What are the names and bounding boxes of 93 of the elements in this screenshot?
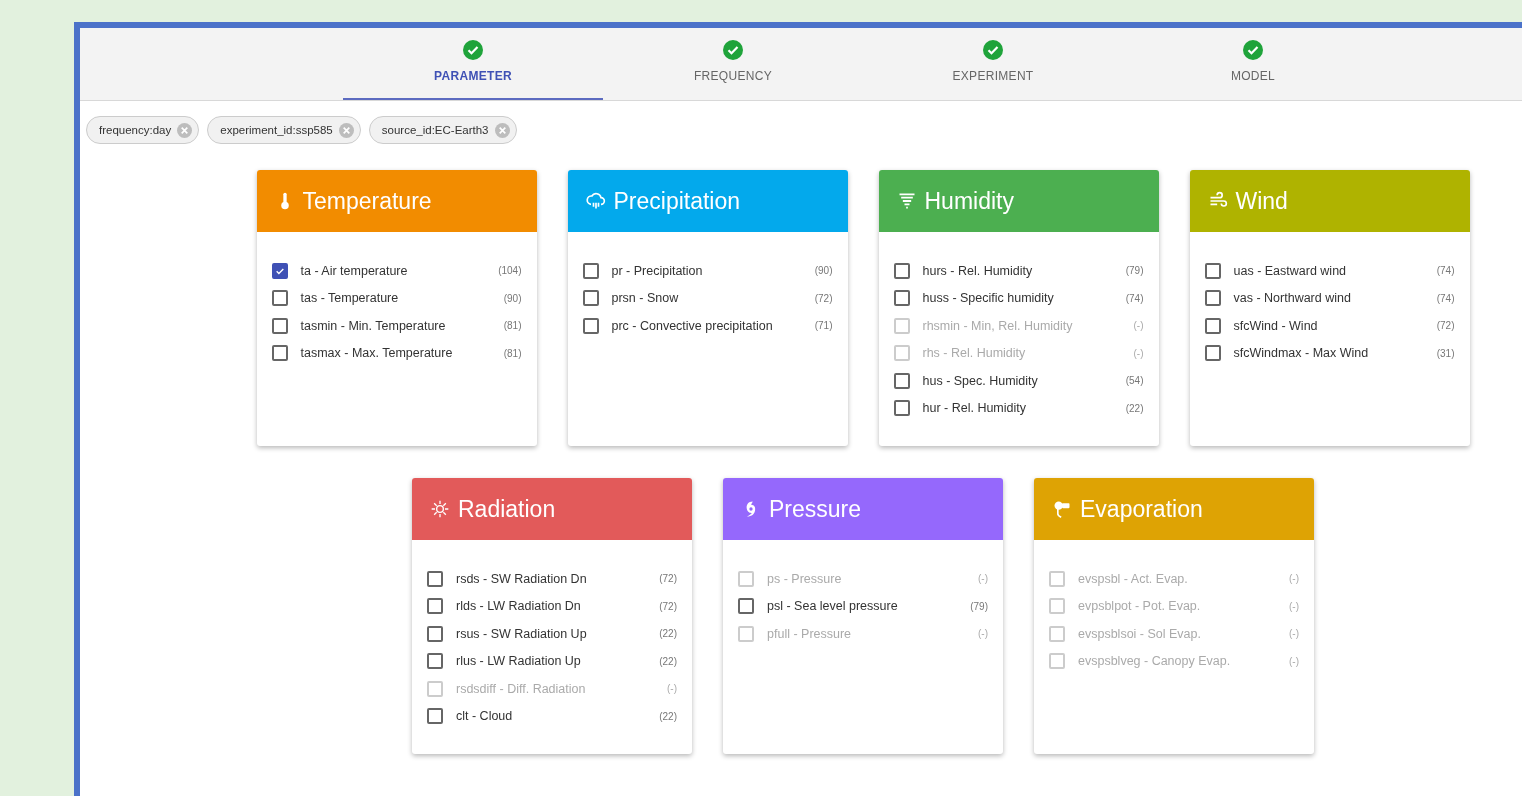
checkbox[interactable] [427, 653, 443, 670]
parameter-label[interactable]: rsds - SW Radiation Dn [456, 571, 660, 586]
parameter-label[interactable]: sfcWind - Wind [1233, 318, 1437, 333]
count-label: (-) [1289, 628, 1299, 640]
step-tab[interactable]: PARAMETER [343, 28, 603, 100]
checkbox[interactable] [271, 290, 288, 307]
count-label: (-) [978, 628, 988, 640]
checkbox[interactable] [582, 262, 599, 279]
checkbox[interactable] [1204, 290, 1221, 307]
count-label: (22) [659, 628, 677, 640]
card-title: Precipitation [613, 187, 741, 215]
count-label: (31) [1436, 347, 1455, 359]
count-label: (22) [1125, 402, 1144, 414]
parameter-label[interactable]: pr - Precipitation [611, 263, 815, 278]
check-circle-icon [463, 40, 483, 60]
checkbox[interactable] [582, 290, 599, 307]
step-tab[interactable]: FREQUENCY [603, 28, 863, 100]
card-title: Temperature [302, 187, 432, 215]
parameter-label[interactable]: rlds - LW Radiation Dn [456, 599, 660, 614]
parameter-label[interactable]: tasmax - Max. Temperature [300, 346, 504, 361]
checkbox[interactable] [893, 290, 910, 307]
checkbox[interactable] [893, 262, 910, 279]
card-title: Radiation [458, 495, 556, 523]
checkbox[interactable] [427, 570, 443, 587]
count-label: (79) [970, 600, 988, 612]
filter-chip[interactable]: source_id:EC-Earth3 [368, 116, 517, 144]
count-label: (72) [659, 600, 677, 612]
card-title: Wind [1235, 187, 1288, 215]
checkbox[interactable] [1204, 317, 1221, 334]
count-label: (-) [667, 683, 677, 695]
count-label: (72) [814, 292, 833, 304]
checkbox[interactable] [1204, 262, 1221, 279]
parameter-label[interactable]: clt - Cloud [456, 709, 660, 724]
card-title: Evaporation [1080, 495, 1203, 523]
step-tab[interactable]: MODEL [1123, 28, 1383, 100]
sun-icon [430, 499, 450, 519]
parameter-label[interactable]: rlus - LW Radiation Up [456, 654, 660, 669]
checkbox[interactable] [582, 317, 599, 334]
count-label: (81) [503, 320, 522, 332]
filter-chip[interactable]: experiment_id:ssp585 [207, 116, 361, 144]
count-label: (71) [814, 320, 833, 332]
parameter-label[interactable]: sfcWindmax - Max Wind [1233, 346, 1437, 361]
checkbox[interactable] [893, 400, 910, 417]
count-label: (22) [659, 710, 677, 722]
count-label: (74) [1436, 265, 1455, 277]
parameter-label[interactable]: uas - Eastward wind [1233, 263, 1437, 278]
count-label: (72) [1436, 320, 1455, 332]
count-label: (74) [1436, 292, 1455, 304]
checkbox[interactable] [1204, 345, 1221, 362]
step-tab[interactable]: EXPERIMENT [863, 28, 1123, 100]
parameter-label[interactable]: prc - Convective precipitation [611, 318, 815, 333]
check-circle-icon [1243, 40, 1263, 60]
parameter-label[interactable]: psl - Sea level pressure [767, 599, 971, 614]
parameter-label[interactable]: ta - Air temperature [300, 263, 499, 278]
count-label: (-) [1289, 600, 1299, 612]
checkbox[interactable] [271, 317, 288, 334]
parameter-label[interactable]: hur - Rel. Humidity [922, 401, 1126, 416]
parameter-label[interactable]: tasmin - Min. Temperature [300, 318, 504, 333]
checkbox[interactable] [427, 625, 443, 642]
count-label: (-) [1289, 573, 1299, 585]
checkbox[interactable] [738, 598, 754, 615]
count-label: (-) [1133, 347, 1144, 359]
hair-dryer-icon [1052, 499, 1072, 519]
checkbox[interactable] [427, 708, 443, 725]
count-label: (79) [1125, 265, 1144, 277]
parameter-label[interactable]: hus - Spec. Humidity [922, 373, 1126, 388]
filter-chip[interactable]: frequency:day [86, 116, 200, 144]
cloud-rain-icon [585, 191, 606, 211]
parameter-label[interactable]: huss - Specific humidity [922, 291, 1126, 306]
count-label: (74) [1125, 292, 1144, 304]
parameter-label[interactable]: tas - Temperature [300, 291, 504, 306]
check-circle-icon [983, 40, 1003, 60]
count-label: (-) [978, 573, 988, 585]
count-label: (22) [659, 655, 677, 667]
count-label: (104) [498, 265, 522, 277]
count-label: (81) [503, 347, 522, 359]
card-title: Humidity [924, 187, 1014, 215]
parameter-label[interactable]: vas - Northward wind [1233, 291, 1437, 306]
card-title: Pressure [769, 495, 862, 523]
checkbox[interactable] [271, 262, 288, 279]
check-circle-icon [723, 40, 743, 60]
parameter-label[interactable]: rsus - SW Radiation Up [456, 626, 660, 641]
count-label: (-) [1133, 320, 1144, 332]
count-label: (90) [503, 292, 522, 304]
parameter-label[interactable]: hurs - Rel. Humidity [922, 263, 1126, 278]
count-label: (-) [1289, 655, 1299, 667]
checkbox[interactable] [271, 345, 288, 362]
parameter-label[interactable]: prsn - Snow [611, 291, 815, 306]
count-label: (54) [1125, 375, 1144, 387]
count-label: (72) [659, 573, 677, 585]
count-label: (90) [814, 265, 833, 277]
checkbox[interactable] [427, 598, 443, 615]
checkbox[interactable] [893, 372, 910, 389]
